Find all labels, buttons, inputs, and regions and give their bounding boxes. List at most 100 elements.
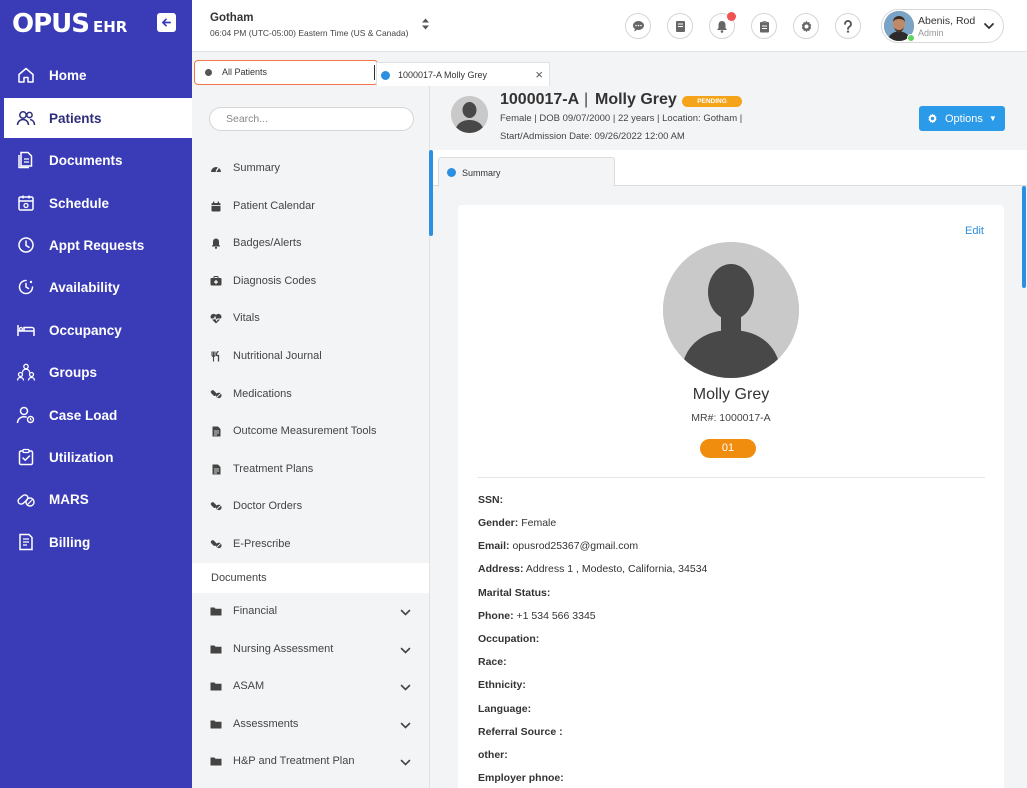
options-button[interactable]: Options ▼ [919, 106, 1005, 131]
submenu-item-medications[interactable]: Medications [192, 379, 429, 409]
nav-item-appt-requests[interactable]: Appt Requests [0, 225, 192, 265]
submenu-item-patient-calendar[interactable]: Patient Calendar [192, 191, 429, 221]
nav-item-label: Availability [49, 279, 120, 295]
nav-item-availability[interactable]: Availability [0, 267, 192, 307]
submenu-item-nutritional-journal[interactable]: Nutritional Journal [192, 341, 429, 371]
nav-item-billing[interactable]: Billing [0, 522, 192, 562]
nav-item-occupancy[interactable]: Occupancy [0, 310, 192, 350]
folder-financial[interactable]: Financial [192, 596, 429, 626]
nav-item-case-load[interactable]: Case Load [0, 395, 192, 435]
field-value: +1 534 566 3345 [516, 610, 596, 622]
chat-button[interactable] [625, 13, 651, 39]
field-label: Email: [478, 540, 510, 552]
clipboard-check-icon [16, 447, 36, 467]
patient-avatar [451, 96, 488, 133]
header-separator: | [584, 91, 589, 108]
submenu-item-diagnosis-codes[interactable]: Diagnosis Codes [192, 266, 429, 296]
clipboard-icon [759, 20, 769, 32]
tab-status-dot [205, 69, 212, 76]
patient-id: 1000017-A [500, 91, 580, 108]
notebook-icon [675, 20, 685, 32]
field-label: Language: [478, 703, 532, 715]
patient-tabs: All Patients 1000017-A Molly Grey × [192, 52, 1027, 86]
pills-icon [210, 500, 222, 512]
billing-icon [16, 532, 36, 552]
nav-item-documents[interactable]: Documents [0, 140, 192, 180]
question-icon [844, 19, 852, 33]
nav-item-label: Home [49, 67, 87, 83]
nav-item-utilization[interactable]: Utilization [0, 437, 192, 477]
field-label: Marital Status: [478, 587, 551, 599]
submenu-item-summary[interactable]: Summary [192, 153, 429, 183]
notifications-button[interactable] [709, 12, 736, 39]
submenu-item-vitals[interactable]: Vitals [192, 303, 429, 333]
left-navigation: OPUS EHR Home Patients Documents Schedul… [0, 0, 192, 788]
nav-item-label: Appt Requests [49, 237, 145, 253]
submenu-item-label: Nutritional Journal [233, 350, 322, 362]
medkit-icon [210, 275, 222, 287]
collapse-nav-button[interactable] [157, 13, 176, 32]
folder-asam[interactable]: ASAM [192, 671, 429, 701]
field-value: Address 1 , Modesto, California, 34534 [525, 563, 708, 575]
submenu-item-label: Medications [233, 388, 292, 400]
submenu-item-e-prescribe[interactable]: E-Prescribe [192, 529, 429, 559]
nav-item-groups[interactable]: Groups [0, 352, 192, 392]
submenu-item-outcome-measurement-tools[interactable]: Outcome Measurement Tools [192, 416, 429, 446]
field-label: Address: [478, 563, 524, 575]
logo-sub: EHR [93, 18, 128, 36]
options-label: Options [945, 112, 983, 125]
patient-name: Molly Grey [692, 386, 770, 403]
summary-content: Edit Molly Grey MR#: 1000017-A 01 SSN: G… [439, 186, 1021, 788]
tab-all-patients[interactable]: All Patients [194, 60, 378, 85]
submenu-item-doctor-orders[interactable]: Doctor Orders [192, 491, 429, 521]
tab-label: All Patients [222, 67, 268, 77]
tab-label: Summary [462, 168, 501, 178]
content-scrollbar[interactable] [1022, 186, 1026, 288]
nav-item-patients[interactable]: Patients [0, 98, 192, 138]
field-value: opusrod25367@gmail.com [512, 540, 639, 552]
field-label: Referral Source : [478, 726, 563, 738]
divider [477, 477, 985, 478]
notes-button[interactable] [667, 13, 693, 39]
patient-badge: 01 [700, 439, 756, 458]
caseload-icon [16, 405, 36, 425]
nav-item-home[interactable]: Home [0, 55, 192, 95]
nav-item-label: Schedule [49, 195, 110, 211]
field-label: Occupation: [478, 633, 540, 645]
submenu-item-label: Doctor Orders [233, 500, 303, 512]
field-label: Employer phnoe: [478, 772, 564, 784]
field-gender: Gender: Female [478, 517, 556, 529]
chat-icon [632, 21, 644, 32]
location-name[interactable]: Gotham [210, 12, 253, 24]
submenu-search[interactable] [209, 107, 414, 131]
tab-patient-molly-grey[interactable]: 1000017-A Molly Grey × [376, 62, 550, 86]
user-menu[interactable]: Abenis, Rod Admin [881, 9, 1004, 43]
app-logo[interactable]: OPUS EHR [12, 9, 127, 39]
tab-summary[interactable]: Summary [438, 157, 615, 187]
tasks-button[interactable] [751, 13, 777, 39]
scroll-indicator[interactable] [429, 150, 433, 236]
top-bar: Gotham 06:04 PM (UTC-05:00) Eastern Time… [192, 0, 1027, 52]
settings-button[interactable] [793, 13, 819, 39]
folder-hp-treatment-plan[interactable]: H&P and Treatment Plan [192, 746, 429, 776]
bed-icon [16, 320, 36, 340]
nav-item-mars[interactable]: MARS [0, 479, 192, 519]
submenu-item-label: Summary [233, 162, 281, 174]
field-race: Race: [478, 656, 507, 668]
gear-icon [928, 113, 937, 124]
text-cursor [374, 65, 375, 80]
nav-item-schedule[interactable]: Schedule [0, 183, 192, 223]
folder-nursing-assessment[interactable]: Nursing Assessment [192, 634, 429, 664]
close-icon[interactable]: × [535, 67, 543, 82]
help-button[interactable] [835, 13, 861, 39]
edit-link[interactable]: Edit [965, 225, 984, 237]
field-referral-source: Referral Source : [478, 726, 563, 738]
folder-assessments[interactable]: Assessments [192, 709, 429, 739]
chevron-down-icon [400, 605, 411, 623]
location-switch-icon[interactable] [421, 17, 430, 32]
search-input[interactable] [210, 108, 413, 130]
folder-label: Financial [233, 605, 278, 617]
submenu-item-badges-alerts[interactable]: Badges/Alerts [192, 228, 429, 258]
patient-admission-date: Start/Admission Date: 09/26/2022 12:00 A… [500, 131, 685, 142]
submenu-item-treatment-plans[interactable]: Treatment Plans [192, 454, 429, 484]
